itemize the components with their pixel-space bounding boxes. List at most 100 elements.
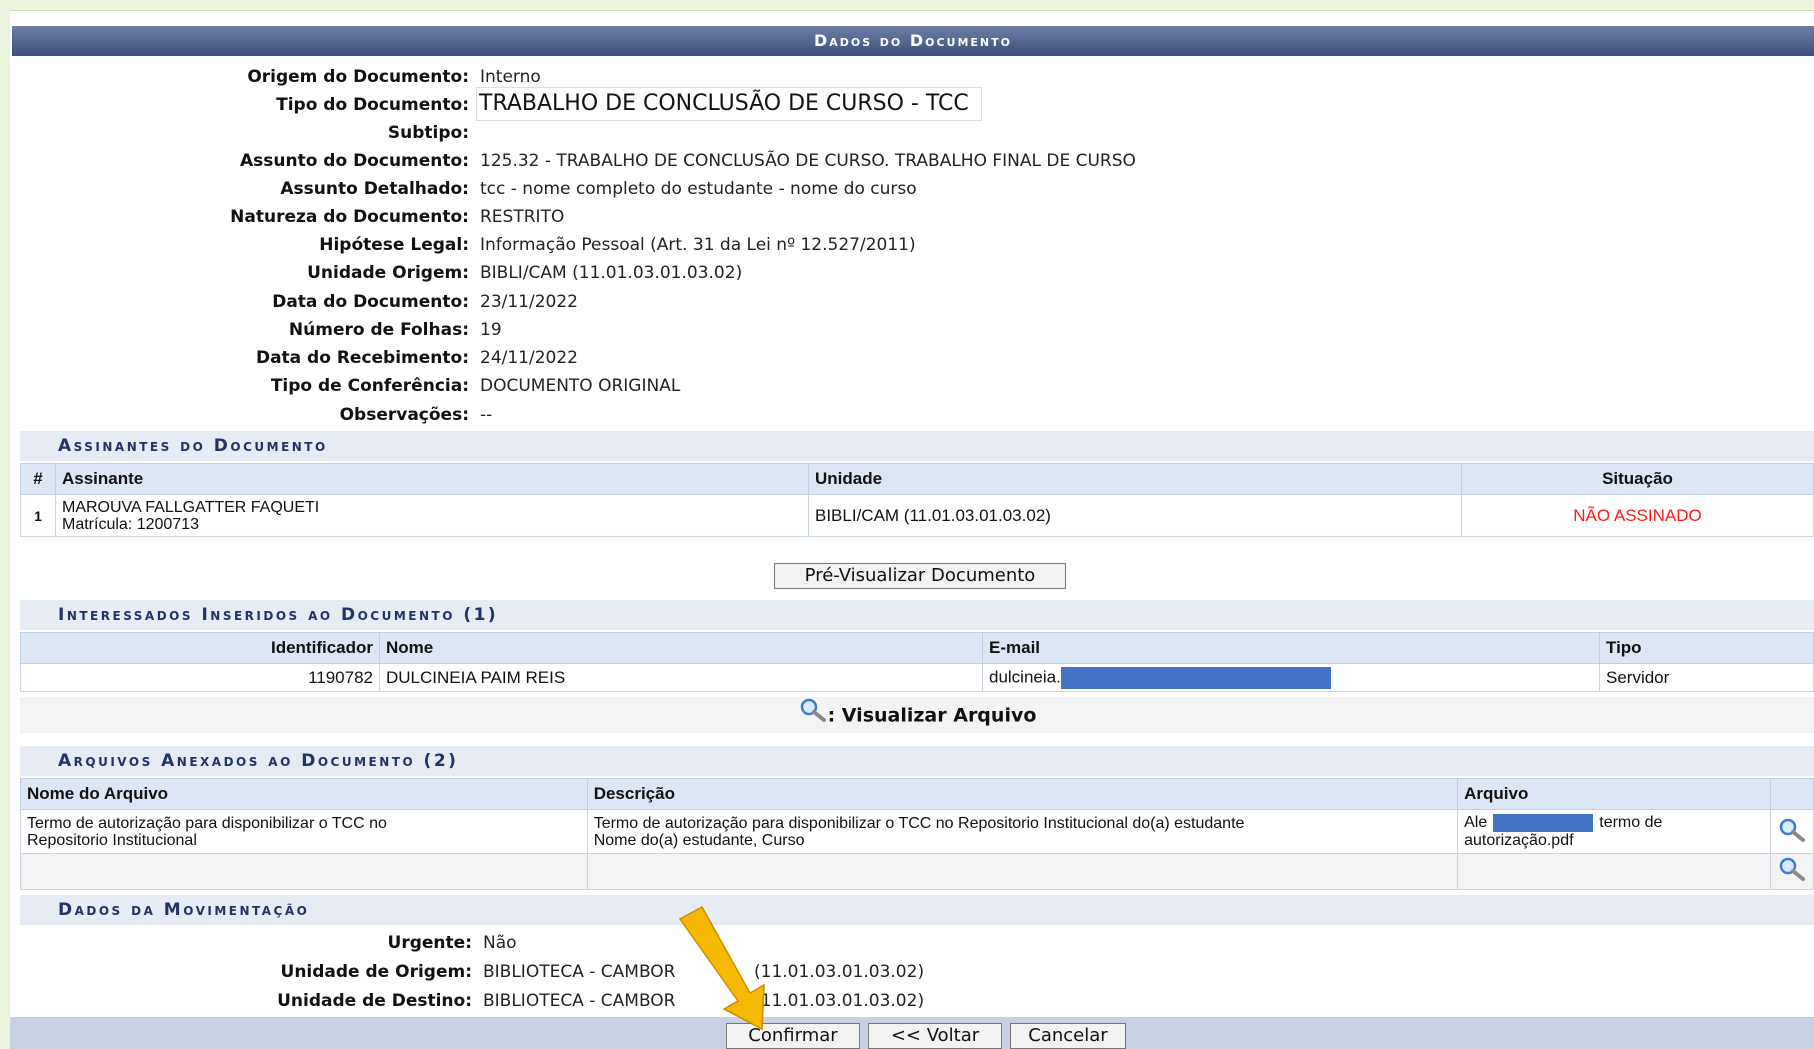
movimentacao-caption: Dados da Movimentação bbox=[20, 895, 1814, 925]
arquivos-table: Nome do Arquivo Descrição Arquivo Termo … bbox=[20, 778, 1814, 890]
field-value: BIBLIOTECA - CAMBOR bbox=[483, 991, 676, 1011]
field-label: Hipótese Legal: bbox=[319, 235, 469, 255]
field-label: Assunto Detalhado: bbox=[280, 179, 469, 199]
field-label: Data do Recebimento: bbox=[255, 348, 469, 368]
arquivo-desc-line: Termo de autorização para disponibilizar… bbox=[593, 814, 1245, 832]
interessado-email-cell: dulcineia. bbox=[982, 663, 1600, 692]
document-panel: Dados do Documento Origem do Documento: … bbox=[10, 10, 1814, 1049]
col-header: Nome bbox=[379, 632, 983, 664]
annotation-arrow-icon bbox=[678, 905, 765, 1031]
col-header: Identificador bbox=[20, 632, 380, 664]
col-header-empty bbox=[1770, 778, 1814, 810]
arquivo-file-text: Ale bbox=[1464, 814, 1488, 832]
field-assunto: Assunto do Documento: 125.32 - TRABALHO … bbox=[10, 147, 1810, 175]
field-value: RESTRITO bbox=[480, 207, 565, 227]
main-caption: Dados do Documento bbox=[12, 26, 1814, 56]
interessados-caption: Interessados Inseridos ao Documento (1) bbox=[20, 600, 1814, 630]
arquivo-file bbox=[1457, 853, 1771, 890]
arquivo-nome-line: Repositorio Institucional bbox=[27, 831, 197, 849]
field-value: 19 bbox=[480, 320, 502, 340]
field-data-documento: Data do Documento: 23/11/2022 bbox=[10, 288, 1810, 316]
arquivo-descricao: Termo de autorização para disponibilizar… bbox=[586, 809, 1459, 854]
assinantes-caption: Assinantes do Documento bbox=[20, 431, 1814, 461]
field-subtipo: Subtipo: bbox=[10, 119, 1810, 147]
legend-bar: : Visualizar Arquivo bbox=[20, 697, 1814, 733]
table-header-row: # Assinante Unidade Situação bbox=[20, 463, 1814, 495]
interessados-table: Identificador Nome E-mail Tipo 1190782 D… bbox=[20, 632, 1814, 692]
field-label: Assunto do Documento: bbox=[239, 151, 469, 171]
view-file-cell[interactable] bbox=[1770, 809, 1814, 854]
arquivo-descricao bbox=[586, 853, 1459, 890]
interessado-nome: DULCINEIA PAIM REIS bbox=[379, 663, 983, 692]
col-header: Nome do Arquivo bbox=[20, 778, 588, 810]
field-hipotese: Hipótese Legal: Informação Pessoal (Art.… bbox=[10, 231, 1810, 259]
field-assunto-detalhado: Assunto Detalhado: tcc - nome completo d… bbox=[10, 175, 1810, 203]
field-label: Observações: bbox=[339, 405, 469, 425]
assinantes-table: # Assinante Unidade Situação 1 MAROUVA F… bbox=[20, 463, 1814, 537]
col-header: Assinante bbox=[55, 463, 809, 495]
assinante-situacao: NÃO ASSINADO bbox=[1461, 494, 1814, 537]
interessado-tipo: Servidor bbox=[1599, 663, 1814, 692]
table-row: 1190782 DULCINEIA PAIM REIS dulcineia. S… bbox=[20, 663, 1814, 692]
redaction-block bbox=[1060, 666, 1331, 689]
field-numero-folhas: Número de Folhas: 19 bbox=[10, 316, 1810, 344]
col-header: Tipo bbox=[1599, 632, 1814, 664]
field-value: BIBLIOTECA - CAMBOR bbox=[483, 962, 676, 982]
field-value: DOCUMENTO ORIGINAL bbox=[480, 376, 681, 396]
row-number: 1 bbox=[20, 494, 56, 537]
field-label: Unidade Origem: bbox=[307, 263, 469, 283]
arquivo-file-text: termo de bbox=[1599, 814, 1663, 832]
back-button[interactable]: << Voltar bbox=[868, 1023, 1002, 1049]
field-unidade-origem: Unidade Origem: BIBLI/CAM (11.01.03.01.0… bbox=[10, 259, 1810, 287]
field-data-recebimento: Data do Recebimento: 24/11/2022 bbox=[10, 344, 1810, 372]
field-value: tcc - nome completo do estudante - nome … bbox=[480, 179, 917, 199]
view-file-cell[interactable] bbox=[1770, 853, 1814, 890]
field-label: Tipo do Documento: bbox=[276, 95, 469, 115]
field-value: 125.32 - TRABALHO DE CONCLUSÃO DE CURSO.… bbox=[480, 151, 1136, 171]
arquivo-nome: Termo de autorização para disponibilizar… bbox=[20, 809, 588, 854]
tipo-documento-value: TRABALHO DE CONCLUSÃO DE CURSO - TCC bbox=[476, 87, 982, 121]
assinante-matricula: Matrícula: 1200713 bbox=[62, 515, 199, 533]
field-value: BIBLI/CAM (11.01.03.01.03.02) bbox=[480, 263, 743, 283]
field-label: Natureza do Documento: bbox=[230, 207, 469, 227]
field-value: Informação Pessoal (Art. 31 da Lei nº 12… bbox=[480, 235, 916, 255]
field-label: Subtipo: bbox=[387, 123, 469, 143]
field-label: Unidade de Origem: bbox=[280, 962, 472, 982]
assinante-unidade: BIBLI/CAM (11.01.03.01.03.02) bbox=[808, 494, 1462, 537]
interessado-id: 1190782 bbox=[20, 663, 380, 692]
arquivos-caption: Arquivos Anexados ao Documento (2) bbox=[20, 746, 1814, 776]
arquivo-nome-line: Termo de autorização para disponibilizar… bbox=[27, 814, 387, 832]
table-row: 1 MAROUVA FALLGATTER FAQUETI Matrícula: … bbox=[20, 494, 1814, 537]
cancel-button[interactable]: Cancelar bbox=[1010, 1023, 1126, 1049]
table-header-row: Identificador Nome E-mail Tipo bbox=[20, 632, 1814, 664]
field-value: Não bbox=[483, 933, 517, 953]
assinante-cell: MAROUVA FALLGATTER FAQUETI Matrícula: 12… bbox=[55, 494, 809, 537]
col-header: # bbox=[20, 463, 56, 495]
assinante-name: MAROUVA FALLGATTER FAQUETI bbox=[62, 498, 320, 516]
field-tipo: Tipo do Documento: TRABALHO DE CONCLUSÃO… bbox=[10, 87, 1810, 121]
field-natureza: Natureza do Documento: RESTRITO bbox=[10, 203, 1810, 231]
view-file-icon[interactable] bbox=[1777, 817, 1807, 843]
mov-unidade-origem: Unidade de Origem: BIBLIOTECA - CAMBOR (… bbox=[10, 958, 1810, 986]
field-observacoes: Observações: -- bbox=[10, 401, 1810, 429]
col-header: Unidade bbox=[808, 463, 1462, 495]
col-header: Arquivo bbox=[1457, 778, 1771, 810]
arquivo-nome bbox=[20, 853, 588, 890]
interessado-email: dulcineia. bbox=[989, 666, 1061, 686]
field-tipo-conferencia: Tipo de Conferência: DOCUMENTO ORIGINAL bbox=[10, 372, 1810, 400]
col-header: Situação bbox=[1461, 463, 1814, 495]
mov-urgente: Urgente: Não bbox=[10, 929, 1810, 957]
arquivo-file: Ale termo de autorização.pdf bbox=[1457, 809, 1771, 854]
field-label: Origem do Documento: bbox=[247, 67, 469, 87]
preview-document-button[interactable]: Pré-Visualizar Documento bbox=[774, 563, 1066, 589]
field-label: Número de Folhas: bbox=[288, 320, 469, 340]
arquivo-desc-line: Nome do(a) estudante, Curso bbox=[593, 831, 805, 849]
table-header-row: Nome do Arquivo Descrição Arquivo bbox=[20, 778, 1814, 810]
field-label: Tipo de Conferência: bbox=[270, 376, 469, 396]
field-label: Data do Documento: bbox=[272, 292, 469, 312]
arquivo-file-line: Ale termo de bbox=[1464, 814, 1764, 832]
view-file-icon[interactable] bbox=[1777, 856, 1807, 882]
table-row bbox=[20, 853, 1814, 890]
magnifier-icon bbox=[798, 697, 828, 735]
redaction-block bbox=[1493, 814, 1594, 832]
